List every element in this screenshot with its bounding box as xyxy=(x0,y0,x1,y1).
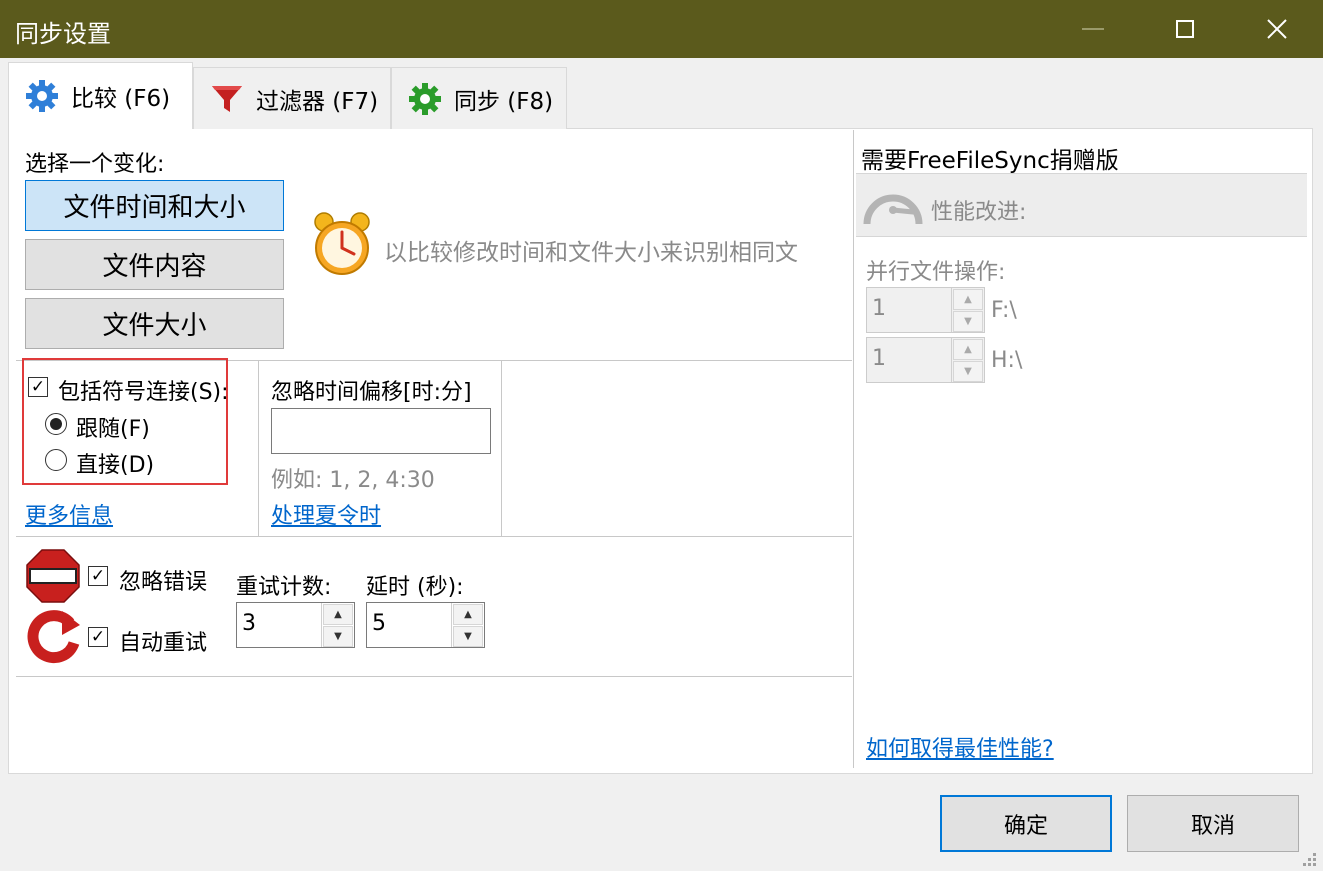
performance-label: 性能改进: xyxy=(931,200,1027,225)
drive-path-label: F:\ xyxy=(991,298,1017,323)
minimize-icon xyxy=(1082,28,1104,30)
delay-spinner[interactable]: 5 ▲ ▼ xyxy=(366,602,485,648)
maximize-button[interactable] xyxy=(1139,0,1231,58)
spin-down-button[interactable]: ▼ xyxy=(453,626,483,647)
divider xyxy=(853,130,854,768)
compare-content-button[interactable]: 文件内容 xyxy=(25,239,284,290)
delay-label: 延时 (秒): xyxy=(366,575,464,600)
spinner-arrows: ▲ ▼ xyxy=(951,288,984,332)
parallel-ops-spinner-f[interactable]: 1 ▲ ▼ xyxy=(866,287,985,333)
gear-green-icon xyxy=(409,82,441,115)
window-title: 同步设置 xyxy=(15,20,111,48)
dst-link[interactable]: 处理夏令时 xyxy=(271,498,381,530)
parallel-ops-label: 并行文件操作: xyxy=(866,260,1006,285)
ok-button[interactable]: 确定 xyxy=(940,795,1112,852)
maximize-icon xyxy=(1176,20,1194,38)
spin-up-button[interactable]: ▲ xyxy=(323,604,353,625)
compare-heading: 选择一个变化: xyxy=(25,152,165,177)
spin-down-button[interactable]: ▼ xyxy=(953,361,983,382)
auto-retry-checkbox[interactable]: ✓ xyxy=(88,627,108,647)
performance-help-link[interactable]: 如何取得最佳性能? xyxy=(866,731,1054,763)
parallel-ops-spinner-h[interactable]: 1 ▲ ▼ xyxy=(866,337,985,383)
time-shift-hint: 例如: 1, 2, 4:30 xyxy=(271,468,435,493)
divider xyxy=(258,360,259,536)
minimize-button[interactable] xyxy=(1047,0,1139,58)
time-shift-label: 忽略时间偏移[时:分] xyxy=(271,380,472,405)
tab-filter[interactable]: 过滤器 (F7) xyxy=(193,67,391,129)
spin-up-button[interactable]: ▲ xyxy=(953,289,983,310)
alarm-clock-icon xyxy=(314,212,370,275)
resize-grip-icon[interactable] xyxy=(1298,848,1318,868)
spinner-arrows: ▲ ▼ xyxy=(451,603,484,647)
retry-count-spinner[interactable]: 3 ▲ ▼ xyxy=(236,602,355,648)
speedometer-icon xyxy=(863,194,923,225)
divider xyxy=(16,536,852,537)
cancel-button[interactable]: 取消 xyxy=(1127,795,1299,852)
tab-compare-label: 比较 (F6) xyxy=(71,86,171,112)
spinner-arrows: ▲ ▼ xyxy=(321,603,354,647)
gear-blue-icon xyxy=(26,80,58,112)
compare-size-button[interactable]: 文件大小 xyxy=(25,298,284,349)
tab-sync[interactable]: 同步 (F8) xyxy=(391,67,567,129)
ignore-errors-checkbox[interactable]: ✓ xyxy=(88,566,108,586)
compare-description: 以比较修改时间和文件大小来识别相同文 xyxy=(384,240,798,266)
retry-count-value: 3 xyxy=(242,611,256,636)
stop-sign-icon xyxy=(26,549,80,603)
funnel-icon xyxy=(212,85,242,112)
delay-value: 5 xyxy=(372,611,386,636)
auto-retry-label: 自动重试 xyxy=(119,631,208,656)
highlight-box xyxy=(22,358,228,485)
donation-header: 需要FreeFileSync捐赠版 xyxy=(861,148,1119,174)
compare-time-size-button[interactable]: 文件时间和大小 xyxy=(25,180,284,231)
spinner-arrows: ▲ ▼ xyxy=(951,338,984,382)
spin-down-button[interactable]: ▼ xyxy=(323,626,353,647)
tab-compare[interactable]: 比较 (F6) xyxy=(8,62,193,129)
parallel-ops-value: 1 xyxy=(872,346,886,371)
spin-down-button[interactable]: ▼ xyxy=(953,311,983,332)
retry-count-label: 重试计数: xyxy=(236,575,332,600)
spin-up-button[interactable]: ▲ xyxy=(953,339,983,360)
close-icon xyxy=(1267,19,1287,39)
more-info-link[interactable]: 更多信息 xyxy=(25,498,113,530)
close-button[interactable] xyxy=(1231,0,1323,58)
time-shift-input[interactable] xyxy=(271,408,491,454)
ignore-errors-label: 忽略错误 xyxy=(119,570,208,595)
spin-up-button[interactable]: ▲ xyxy=(453,604,483,625)
parallel-ops-value: 1 xyxy=(872,296,886,321)
divider xyxy=(501,360,502,536)
drive-path-label: H:\ xyxy=(991,348,1023,373)
divider xyxy=(16,676,852,677)
tab-sync-label: 同步 (F8) xyxy=(454,88,554,115)
retry-arrow-icon xyxy=(27,610,80,664)
tab-filter-label: 过滤器 (F7) xyxy=(256,88,379,115)
